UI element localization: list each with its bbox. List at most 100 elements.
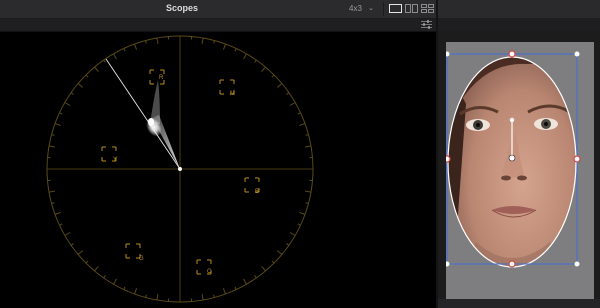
graticule-tick	[222, 288, 226, 295]
edge-handle-top[interactable]	[508, 50, 516, 58]
rotation-handle[interactable]	[509, 117, 515, 123]
corner-handle-top-right[interactable]	[574, 51, 580, 57]
graticule-tick	[134, 43, 138, 50]
edge-handle-bottom[interactable]	[508, 260, 516, 268]
graticule-tick	[234, 286, 237, 290]
graticule-tick	[222, 43, 226, 50]
target-G: G	[125, 243, 144, 262]
corner-handle-bottom-right[interactable]	[574, 261, 580, 267]
graticule-tick	[254, 59, 257, 63]
graticule-tick	[201, 293, 204, 301]
graticule-tick	[54, 211, 61, 215]
edge-handle-right[interactable]	[573, 155, 581, 163]
graticule-tick	[70, 243, 74, 246]
target-Cy: C	[196, 259, 212, 275]
viewer-header	[438, 0, 600, 18]
target-label-c: C	[207, 269, 212, 275]
graticule-tick	[64, 232, 71, 236]
graticule-tick	[59, 112, 63, 115]
graticule-tick	[48, 190, 56, 193]
graticule-tick	[261, 265, 266, 272]
graticule-tick	[145, 294, 147, 298]
graticule-tick	[156, 37, 159, 45]
target-R: R	[149, 69, 165, 85]
graticule-tick	[289, 102, 296, 106]
graticule-tick	[297, 223, 301, 226]
graticule-tick	[271, 260, 275, 264]
viewer-panel	[438, 0, 600, 308]
panel-title: Scopes	[165, 3, 198, 13]
graticule-tick	[77, 250, 84, 255]
graticule-tick	[48, 145, 56, 148]
target-Mg: M	[219, 79, 235, 97]
edge-handle-left[interactable]	[443, 155, 451, 163]
target-label-b: B	[255, 189, 259, 195]
graticule-tick	[234, 48, 237, 52]
graticule-tick	[289, 232, 296, 236]
viewer-footer	[438, 299, 600, 308]
graticule-tick	[64, 102, 71, 106]
graticule-tick	[134, 288, 138, 295]
graticule-tick	[156, 293, 159, 301]
graticule-tick	[304, 145, 312, 148]
target-label-g: G	[139, 256, 144, 262]
graticule-tick	[51, 134, 55, 136]
scopes-panel: Scopes 4x3 ⌄ R M B C G Y	[0, 0, 436, 308]
graticule-tick	[59, 223, 63, 226]
graticule-tick	[305, 202, 309, 204]
target-Yl: Y	[101, 146, 117, 163]
graticule-tick	[304, 190, 312, 193]
graticule-tick	[276, 250, 283, 255]
viewer-image	[443, 42, 594, 299]
corner-handle-top-left[interactable]	[444, 51, 450, 57]
corner-handle-bottom-left[interactable]	[444, 261, 450, 267]
target-label-y: Y	[113, 157, 117, 163]
graticule-tick	[85, 74, 89, 78]
graticule-tick	[77, 83, 84, 88]
target-label-m: M	[230, 91, 235, 97]
chevron-down-icon[interactable]: ⌄	[368, 4, 374, 12]
graticule-tick	[85, 260, 89, 264]
scope-settings-icon[interactable]	[421, 20, 432, 29]
graticule-tick	[113, 278, 117, 285]
scope-toolbar	[0, 19, 436, 32]
graticule-tick	[113, 53, 117, 60]
graticule-tick	[103, 275, 106, 279]
graticule-tick	[261, 66, 266, 73]
vectorscope-trace	[146, 80, 182, 171]
viewer-toolbar	[438, 18, 600, 30]
graticule-tick	[243, 53, 247, 60]
graticule-tick	[243, 278, 247, 285]
target-B: B	[244, 177, 260, 195]
graticule-tick	[299, 123, 306, 127]
graticule-tick	[213, 294, 215, 298]
dual-layout-icon[interactable]	[405, 4, 418, 13]
divider	[383, 2, 384, 16]
graticule-tick	[70, 92, 74, 95]
vectorscope: R M B C G Y	[46, 35, 314, 303]
aspect-ratio-dropdown[interactable]: 4x3	[349, 4, 362, 13]
graticule-tick	[305, 134, 309, 136]
center-handle[interactable]	[508, 154, 516, 162]
graticule-tick	[51, 202, 55, 204]
graticule-tick	[299, 211, 306, 215]
graticule-tick	[271, 74, 275, 78]
target-label-r: R	[159, 75, 164, 81]
graticule-tick	[123, 286, 126, 290]
graticule-tick	[276, 83, 283, 88]
scopes-title-bar: Scopes 4x3 ⌄	[0, 0, 436, 19]
graticule-tick	[103, 59, 106, 63]
portrait-photo	[448, 57, 576, 267]
quad-layout-icon[interactable]	[421, 4, 434, 13]
graticule-tick	[145, 40, 147, 44]
graticule-tick	[213, 40, 215, 44]
graticule-tick	[286, 243, 290, 246]
single-layout-icon[interactable]	[389, 4, 402, 13]
graticule-tick	[201, 37, 204, 45]
graticule-tick	[254, 275, 257, 279]
graticule-tick	[54, 123, 61, 127]
graticule-tick	[286, 92, 290, 95]
graticule-tick	[123, 48, 126, 52]
graticule-tick	[94, 265, 99, 272]
graticule-tick	[297, 112, 301, 115]
